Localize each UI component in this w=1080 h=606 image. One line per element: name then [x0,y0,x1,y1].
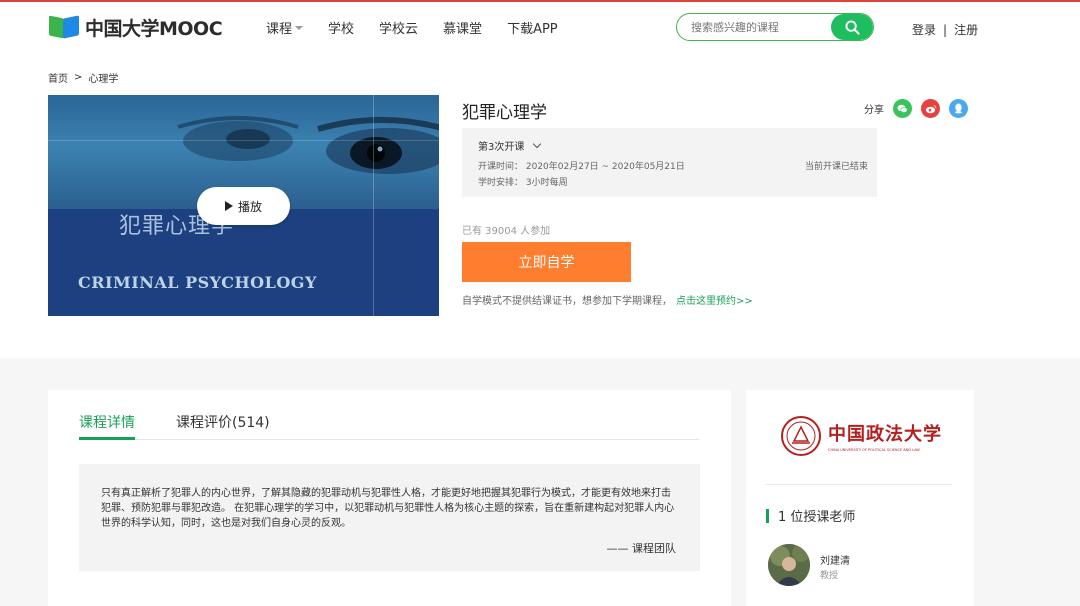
login-link[interactable]: 登录 [912,21,936,38]
term-schedule: 学时安排： 3小时每周 [478,178,568,188]
teacher-heading: 1 位授课老师 [766,506,855,525]
site-logo[interactable]: 中国大学MOOC [49,14,223,40]
play-label: 播放 [237,199,262,214]
breadcrumb: 首页 > 心理学 [48,70,118,85]
detail-tabs: 课程详情 课程评价(514) [79,412,699,440]
reserve-link[interactable]: 点击这里预约>> [676,296,753,307]
play-button[interactable]: 播放 [197,187,290,225]
main-nav: 课程 学校 学校云 慕课堂 下载APP [266,18,583,37]
tab-course-detail[interactable]: 课程详情 [79,412,135,440]
description-text: 只有真正解析了犯罪人的内心世界，了解其隐藏的犯罪动机与犯罪性人格，才能更好地把握… [101,488,675,529]
description-signature: —— 课程团队 [606,542,677,555]
auth-separator: | [943,22,948,37]
teacher-name[interactable]: 刘建清 [820,552,850,567]
site-header: 中国大学MOOC 课程 学校 学校云 慕课堂 下载APP 登录 | 注册 [0,2,1080,54]
enrollment-count: 已有 39004 人参加 [462,226,551,237]
qq-icon[interactable] [949,99,968,118]
term-info-box: 第3次开课 开课时间： 2020年02月27日 ~ 2020年05月21日 学时… [462,128,877,197]
play-icon [224,201,233,211]
term-selector[interactable]: 第3次开课 [478,138,542,153]
course-detail-card: 课程详情 课程评价(514) 只有真正解析了犯罪人的内心世界，了解其隐藏的犯罪动… [48,390,731,606]
university-logo[interactable]: 中国政法大学 CHINA UNIVERSITY OF POLITICAL SCI… [780,412,942,460]
university-seal-icon [781,416,821,456]
teacher-title: 教授 [820,571,839,581]
self-study-button[interactable]: 立即自学 [462,242,631,282]
tab-course-review[interactable]: 课程评价(514) [176,412,270,440]
chevron-down-icon [533,139,542,148]
nav-school-cloud[interactable]: 学校云 [379,18,418,37]
weibo-icon[interactable] [921,99,940,118]
wechat-icon[interactable] [893,99,912,118]
course-cover[interactable]: 犯罪心理学 CRIMINAL PSYCHOLOGY 播放 [48,95,439,316]
term-time: 开课时间： 2020年02月27日 ~ 2020年05月21日 [478,162,685,172]
auth-links: 登录 | 注册 [912,21,978,38]
search-input[interactable] [691,19,831,35]
search-button[interactable] [831,14,873,40]
breadcrumb-home[interactable]: 首页 [48,70,68,85]
breadcrumb-separator: > [74,72,83,83]
nav-mooc-classroom[interactable]: 慕课堂 [443,18,482,37]
nav-download-app[interactable]: 下载APP [507,18,558,37]
self-study-note: 自学模式不提供结课证书，想参加下学期课程， 点击这里预约>> [462,296,753,307]
university-card: 中国政法大学 CHINA UNIVERSITY OF POLITICAL SCI… [746,390,974,606]
eyes-illustration [177,116,439,174]
term-status: 当前开课已结束 [804,162,868,172]
nav-schools[interactable]: 学校 [328,18,354,37]
register-link[interactable]: 注册 [954,21,978,38]
university-name-en: CHINA UNIVERSITY OF POLITICAL SCIENCE AN… [828,448,920,452]
nav-courses[interactable]: 课程 [266,18,304,37]
mooc-logo-icon [49,15,80,39]
course-description: 只有真正解析了犯罪人的内心世界，了解其隐藏的犯罪动机与犯罪性人格，才能更好地把握… [79,464,700,571]
logo-text: 中国大学MOOC [85,17,223,40]
divider [766,484,952,485]
teacher-avatar[interactable] [768,544,810,586]
search-bar [676,13,874,41]
university-name: 中国政法大学 [828,424,942,445]
caret-down-icon [295,25,304,30]
share-label: 分享 [864,105,884,116]
breadcrumb-current[interactable]: 心理学 [88,70,118,85]
share-bar: 分享 [864,99,968,118]
cover-title-en: CRIMINAL PSYCHOLOGY [78,273,317,292]
search-icon [844,19,860,35]
course-title: 犯罪心理学 [462,103,547,123]
